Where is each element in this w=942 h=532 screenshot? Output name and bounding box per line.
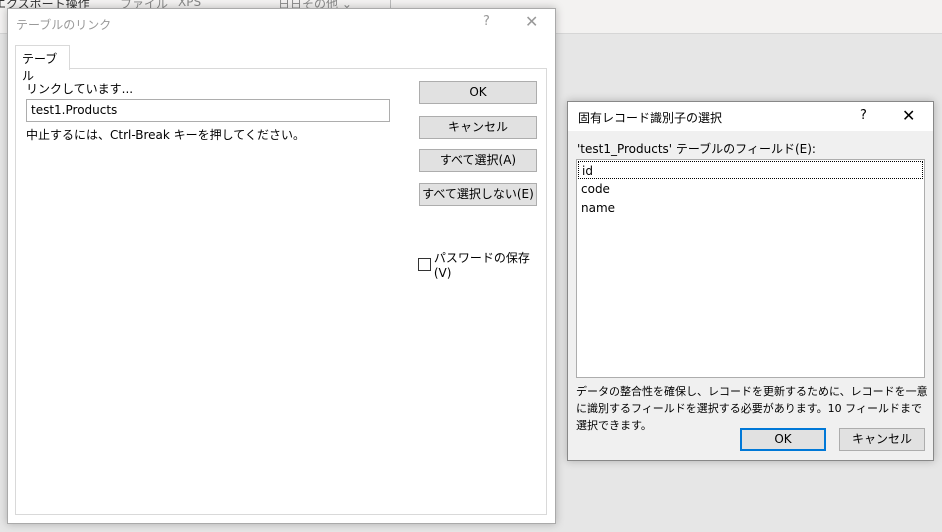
link-tables-dialog: テーブルのリンク ? ✕ テーブル リンクしています... test1.Prod… bbox=[7, 8, 556, 524]
hint-text: 中止するには、Ctrl-Break キーを押してください。 bbox=[26, 128, 305, 142]
help-icon[interactable]: ? bbox=[483, 14, 490, 29]
close-icon[interactable]: ✕ bbox=[525, 12, 538, 31]
help-icon[interactable]: ? bbox=[860, 108, 867, 123]
ok-button[interactable]: OK bbox=[419, 81, 537, 104]
fields-listbox[interactable]: id code name bbox=[576, 159, 925, 378]
select-all-button[interactable]: すべて選択(A) bbox=[419, 149, 537, 172]
title-bar: 固有レコード識別子の選択 ? ✕ bbox=[568, 102, 933, 131]
dialog-title: テーブルのリンク bbox=[16, 18, 112, 32]
close-icon[interactable]: ✕ bbox=[902, 106, 915, 125]
list-item[interactable]: code bbox=[578, 180, 923, 198]
save-password-label: パスワードの保存(V) bbox=[433, 251, 530, 280]
deselect-all-button[interactable]: すべて選択しない(E) bbox=[419, 183, 537, 206]
list-item[interactable]: id bbox=[578, 161, 923, 179]
fields-label: 'test1_Products' テーブルのフィールド(E): bbox=[577, 142, 816, 156]
status-label: リンクしています... bbox=[26, 82, 134, 96]
select-unique-identifier-dialog: 固有レコード識別子の選択 ? ✕ 'test1_Products' テーブルのフ… bbox=[567, 101, 934, 461]
save-password-checkbox[interactable]: パスワードの保存(V) bbox=[418, 249, 546, 280]
description-text: データの整合性を確保し、レコードを更新するために、レコードを一意に識別するフィー… bbox=[576, 385, 928, 432]
tab-panel: リンクしています... test1.Products 中止するには、Ctrl-B… bbox=[15, 68, 547, 515]
cancel-button[interactable]: キャンセル bbox=[839, 428, 925, 451]
cancel-button[interactable]: キャンセル bbox=[419, 116, 537, 139]
checkbox-box[interactable] bbox=[418, 258, 431, 271]
ok-button[interactable]: OK bbox=[740, 428, 826, 451]
table-name-field[interactable]: test1.Products bbox=[26, 99, 390, 122]
list-item[interactable]: name bbox=[578, 199, 923, 217]
tab-table[interactable]: テーブル bbox=[15, 45, 70, 83]
dialog-title: 固有レコード識別子の選択 bbox=[578, 111, 723, 125]
